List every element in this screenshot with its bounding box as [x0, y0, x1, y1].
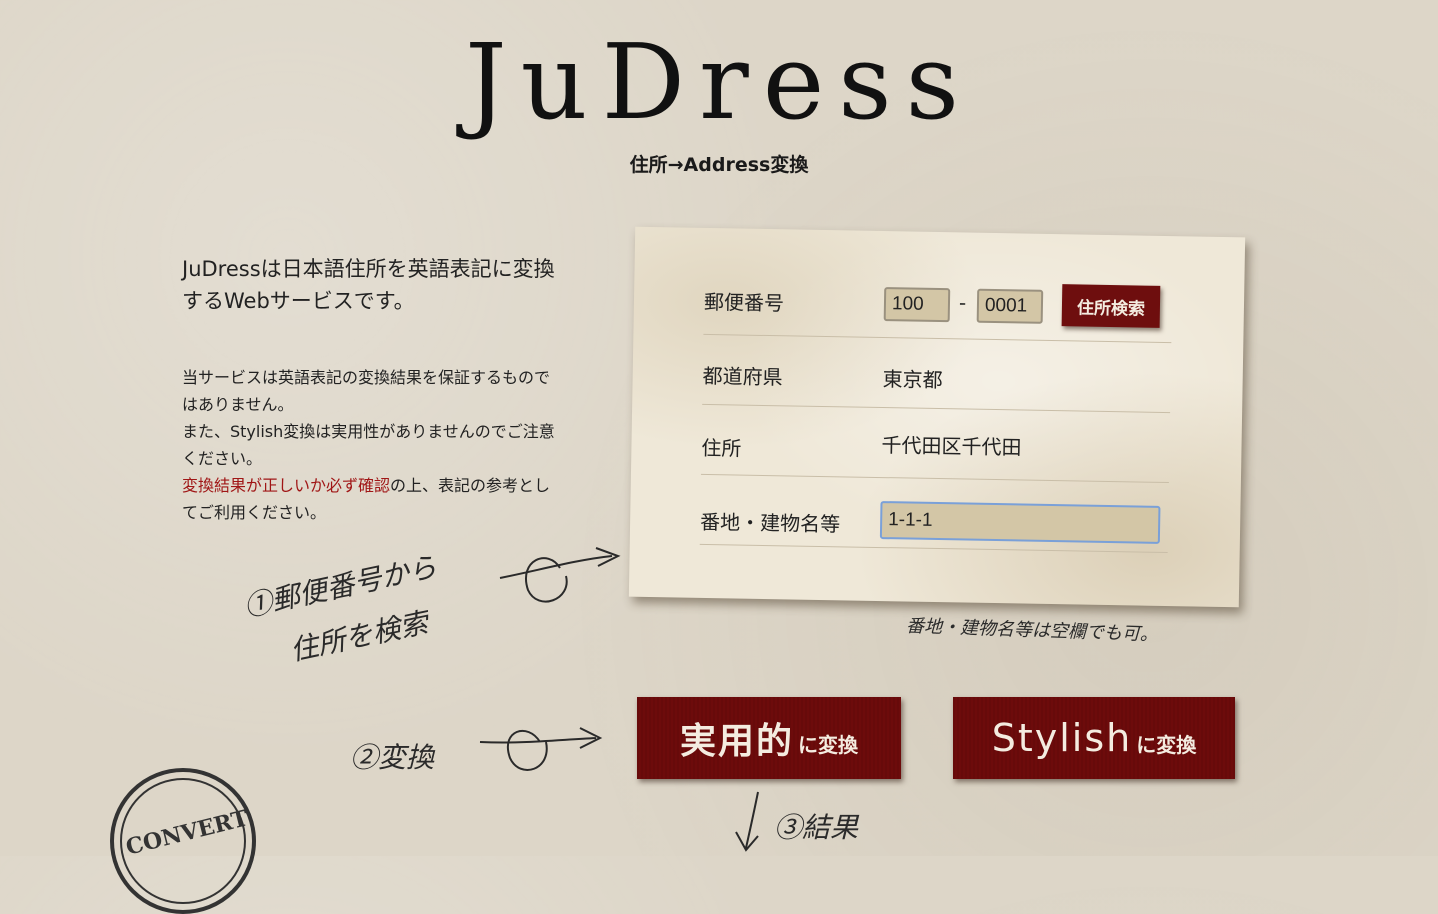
convert-stylish-button[interactable]: Stylish に変換	[953, 697, 1235, 779]
convert-practical-label: 実用的	[679, 720, 794, 762]
convert-stylish-label: Stylish	[991, 716, 1133, 760]
convert-stylish-suffix: に変換	[1136, 732, 1197, 757]
convert-stamp: CONVERT	[110, 768, 256, 914]
arrow-to-buttons	[479, 727, 603, 771]
convert-practical-button[interactable]: 実用的 に変換	[637, 697, 901, 779]
step3-note: ③結果	[774, 811, 859, 844]
convert-practical-suffix: に変換	[798, 732, 858, 757]
step2-note: ②変換	[350, 741, 435, 774]
arrow-to-form	[499, 547, 621, 603]
arrow-to-result	[735, 791, 759, 852]
